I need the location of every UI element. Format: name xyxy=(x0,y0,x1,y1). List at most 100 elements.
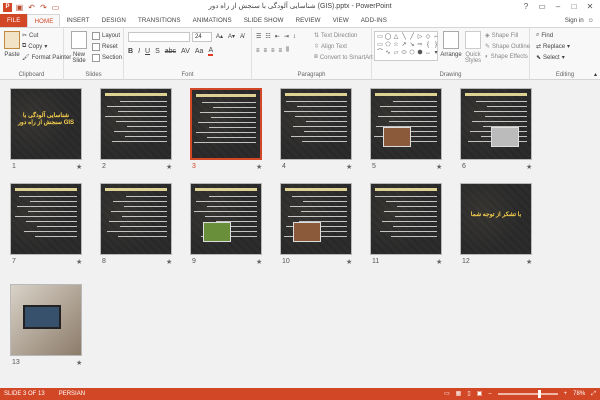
bold-icon[interactable]: B xyxy=(128,48,133,55)
columns-icon[interactable]: ⫼ xyxy=(286,47,289,54)
zoom-in-icon[interactable]: + xyxy=(564,388,568,400)
transition-star-icon[interactable]: ★ xyxy=(166,258,172,266)
tab-review[interactable]: REVIEW xyxy=(290,14,327,27)
align-center-icon[interactable]: ≡ xyxy=(264,48,268,54)
reset-button[interactable]: Reset xyxy=(92,43,118,51)
tab-slide-show[interactable]: SLIDE SHOW xyxy=(238,14,290,27)
select-button[interactable]: ⬉ Select ▾ xyxy=(536,54,565,62)
clear-format-icon[interactable]: A̸ xyxy=(240,34,244,40)
justify-icon[interactable]: ≡ xyxy=(279,48,283,54)
slide-thumbnail[interactable] xyxy=(190,183,262,255)
zoom-slider[interactable] xyxy=(497,390,558,398)
shadow-icon[interactable]: S xyxy=(155,48,160,55)
slide-sorter-view-icon[interactable]: ▦ xyxy=(456,388,462,400)
normal-view-icon[interactable]: ▭ xyxy=(444,388,450,400)
shrink-font-icon[interactable]: A▾ xyxy=(228,33,235,40)
language-indicator[interactable]: PERSIAN xyxy=(59,388,85,400)
slide-thumbnail[interactable] xyxy=(10,183,82,255)
line-spacing-icon[interactable]: ↕ xyxy=(293,34,296,40)
align-right-icon[interactable]: ≡ xyxy=(271,48,275,54)
tab-home[interactable]: HOME xyxy=(27,14,61,27)
slide-thumbnail[interactable] xyxy=(460,88,532,160)
save-icon[interactable]: ▣ xyxy=(15,3,24,12)
close-icon[interactable]: ✕ xyxy=(582,0,598,13)
slide-thumbnail[interactable] xyxy=(370,183,442,255)
shape-effects-button[interactable]: ◐ Shape Effects xyxy=(485,54,528,60)
slide-thumbnail[interactable]: با تشکر از توجه شما xyxy=(460,183,532,255)
tab-animations[interactable]: ANIMATIONS xyxy=(187,14,238,27)
spacing-icon[interactable]: AV xyxy=(181,48,190,55)
increase-indent-icon[interactable]: ⇥ xyxy=(284,33,289,40)
slide-show-icon[interactable]: ▣ xyxy=(477,388,483,400)
shape-outline-button[interactable]: ✎ Shape Outline xyxy=(485,43,530,51)
fit-slide-icon[interactable]: ⤢ xyxy=(591,388,596,400)
tab-insert[interactable]: INSERT xyxy=(60,14,95,27)
decrease-indent-icon[interactable]: ⇤ xyxy=(275,33,280,40)
slide-thumbnail[interactable] xyxy=(100,183,172,255)
transition-star-icon[interactable]: ★ xyxy=(166,163,172,171)
paste-button[interactable]: Paste xyxy=(3,31,21,58)
collapse-ribbon-icon[interactable]: ▴ xyxy=(594,71,597,78)
slide-thumbnail[interactable]: شناسایی آلودگی با سنجش از راه دور GIS xyxy=(10,88,82,160)
slide-thumbnail[interactable] xyxy=(370,88,442,160)
grow-font-icon[interactable]: A▴ xyxy=(216,33,223,40)
cut-button[interactable]: ✂ Cut xyxy=(22,32,38,40)
transition-star-icon[interactable]: ★ xyxy=(256,258,262,266)
replace-button[interactable]: ⇄ Replace ▾ xyxy=(536,43,570,51)
start-from-beginning-icon[interactable]: ▭ xyxy=(51,3,60,12)
layout-button[interactable]: Layout xyxy=(92,32,120,40)
slide-thumbnail[interactable] xyxy=(280,88,352,160)
undo-icon[interactable]: ↶ xyxy=(27,3,36,12)
tab-add-ins[interactable]: ADD-INS xyxy=(355,14,393,27)
tab-file[interactable]: FILE xyxy=(0,14,28,27)
change-case-icon[interactable]: Aa xyxy=(195,48,204,55)
bullets-icon[interactable]: ☰ xyxy=(256,33,261,40)
strikethrough-icon[interactable]: abc xyxy=(165,48,176,55)
numbering-icon[interactable]: ☷ xyxy=(265,33,270,40)
transition-star-icon[interactable]: ★ xyxy=(346,258,352,266)
underline-icon[interactable]: U xyxy=(145,48,150,55)
transition-star-icon[interactable]: ★ xyxy=(436,163,442,171)
maximize-icon[interactable]: □ xyxy=(566,0,582,13)
shapes-gallery[interactable]: ▭ ◯ △ ╲ ╱ ▷ ◇ ⌐ ▭ ⬠ ☆ ↗ ↘ ⇨{} ⌒ ∿ ▱ ⬭ ⬡ ⬢ ↔ ▾ xyxy=(374,31,438,61)
shape-fill-button[interactable]: ◈ Shape Fill xyxy=(485,32,518,40)
font-name-box[interactable] xyxy=(128,32,190,42)
zoom-out-icon[interactable]: – xyxy=(488,388,491,400)
italic-icon[interactable]: I xyxy=(138,48,140,55)
ribbon-display-icon[interactable]: ▭ xyxy=(534,0,550,13)
help-icon[interactable]: ? xyxy=(518,0,534,13)
slide-thumbnail[interactable] xyxy=(100,88,172,160)
tab-view[interactable]: VIEW xyxy=(327,14,355,27)
text-direction-button[interactable]: ⇅ Text Direction xyxy=(314,32,357,40)
convert-smartart-button[interactable]: ⧈ Convert to SmartArt xyxy=(314,54,373,61)
sign-in-link[interactable]: Sign in xyxy=(565,14,584,27)
zoom-slider-thumb[interactable] xyxy=(537,390,541,398)
find-button[interactable]: ⌕ Find xyxy=(536,32,553,39)
new-slide-button[interactable]: New Slide xyxy=(70,31,88,64)
font-color-icon[interactable]: A xyxy=(208,47,214,56)
copy-button[interactable]: ⧉ Copy ▾ xyxy=(22,43,47,50)
zoom-level[interactable]: 78% xyxy=(573,388,585,400)
tab-design[interactable]: DESIGN xyxy=(96,14,132,27)
transition-star-icon[interactable]: ★ xyxy=(436,258,442,266)
tab-transitions[interactable]: TRANSITIONS xyxy=(132,14,187,27)
slide-thumbnail[interactable] xyxy=(190,88,262,160)
align-text-button[interactable]: ⇳ Align Text xyxy=(314,43,347,51)
transition-star-icon[interactable]: ★ xyxy=(76,359,82,367)
transition-star-icon[interactable]: ★ xyxy=(526,163,532,171)
transition-star-icon[interactable]: ★ xyxy=(256,163,262,171)
smiley-feedback-icon[interactable]: ☺ xyxy=(588,14,594,27)
transition-star-icon[interactable]: ★ xyxy=(76,163,82,171)
transition-star-icon[interactable]: ★ xyxy=(526,258,532,266)
transition-star-icon[interactable]: ★ xyxy=(346,163,352,171)
arrange-button[interactable]: Arrange xyxy=(440,31,462,58)
slide-thumbnail[interactable] xyxy=(280,183,352,255)
minimize-icon[interactable]: – xyxy=(550,0,566,13)
section-button[interactable]: Section xyxy=(92,54,122,62)
quick-styles-button[interactable]: Quick Styles xyxy=(462,31,484,64)
font-size-box[interactable]: 24 xyxy=(192,32,212,42)
slide-thumbnail[interactable] xyxy=(10,284,82,356)
reading-view-icon[interactable]: ▯ xyxy=(467,388,470,400)
transition-star-icon[interactable]: ★ xyxy=(76,258,82,266)
redo-icon[interactable]: ↷ xyxy=(39,3,48,12)
